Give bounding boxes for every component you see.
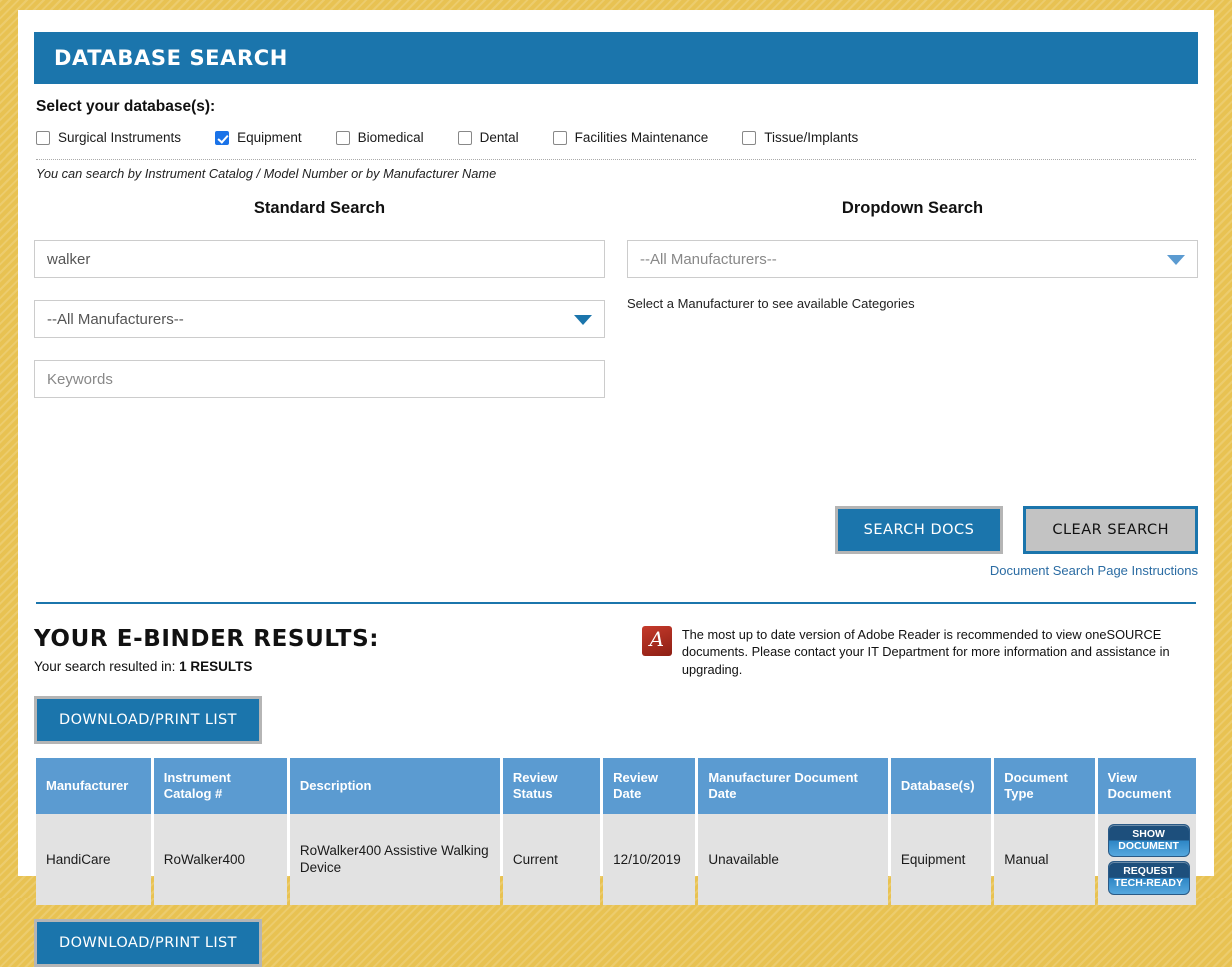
keywords-placeholder: Keywords (47, 370, 113, 388)
results-heading: YOUR E-BINDER RESULTS: (34, 626, 380, 652)
page-card: DATABASE SEARCH Select your database(s):… (18, 10, 1214, 967)
clear-search-button[interactable]: CLEAR SEARCH (1023, 506, 1198, 554)
cell-instrument-catalog: RoWalker400 (153, 813, 287, 905)
database-checkbox-row: Surgical Instruments Equipment Biomedica… (36, 130, 1198, 145)
chevron-down-icon[interactable] (1167, 255, 1185, 265)
keywords-input[interactable]: Keywords (34, 360, 605, 398)
request-tech-ready-button[interactable]: REQUEST TECH-READY (1107, 861, 1190, 895)
checkbox-label: Biomedical (357, 130, 424, 145)
checkbox-box-icon[interactable] (742, 130, 757, 145)
checkbox-label: Surgical Instruments (58, 130, 182, 145)
results-header-row: YOUR E-BINDER RESULTS: Your search resul… (34, 626, 1198, 678)
table-row: HandiCare RoWalker400 RoWalker400 Assist… (36, 813, 1196, 905)
cell-document-type: Manual (994, 813, 1095, 905)
download-print-list-button-top[interactable]: DOWNLOAD/PRINT LIST (34, 695, 262, 744)
column-header-description: Description (289, 757, 500, 814)
results-table: Manufacturer Instrument Catalog # Descri… (33, 757, 1199, 905)
checkbox-dental[interactable]: Dental (457, 130, 519, 145)
dotted-divider (36, 159, 1196, 160)
standard-manufacturer-value: --All Manufacturers-- (47, 310, 184, 328)
checkbox-equipment[interactable]: Equipment (215, 130, 302, 145)
results-count-value: 1 RESULTS (179, 659, 253, 674)
column-header-manufacturer-document-date: Manufacturer Document Date (698, 757, 888, 814)
standard-search-heading: Standard Search (253, 199, 386, 217)
search-columns: Standard Search walker --All Manufacture… (34, 199, 1198, 420)
search-hint: You can search by Instrument Catalog / M… (36, 166, 497, 181)
results-count-prefix: Your search resulted in: (34, 659, 176, 674)
search-actions: SEARCH DOCS CLEAR SEARCH (34, 506, 1198, 554)
results-summary: YOUR E-BINDER RESULTS: Your search resul… (34, 626, 630, 678)
checkbox-biomedical[interactable]: Biomedical (335, 130, 424, 145)
download-print-top-wrap: DOWNLOAD/PRINT LIST (34, 695, 1198, 744)
standard-search-column: Standard Search walker --All Manufacture… (34, 199, 605, 420)
checkbox-label: Dental (479, 130, 519, 145)
checkbox-checked-icon[interactable] (215, 130, 230, 145)
cell-review-status: Current (502, 813, 601, 905)
dropdown-manufacturer-select[interactable]: --All Manufacturers-- (627, 240, 1198, 278)
instructions-link-row: Document Search Page Instructions (34, 562, 1198, 580)
standard-search-input-value: walker (47, 250, 91, 268)
checkbox-box-icon[interactable] (36, 130, 50, 145)
dropdown-manufacturer-value: --All Manufacturers-- (640, 250, 777, 268)
cell-databases: Equipment (890, 813, 992, 905)
checkbox-label: Tissue/Implants (764, 130, 859, 145)
download-print-bottom-wrap: DOWNLOAD/PRINT LIST (34, 918, 1198, 967)
checkbox-box-icon[interactable] (335, 130, 350, 145)
checkbox-surgical-instruments[interactable]: Surgical Instruments (36, 130, 181, 145)
standard-manufacturer-select[interactable]: --All Manufacturers-- (34, 300, 605, 338)
cell-manufacturer-document-date: Unavailable (698, 813, 888, 905)
page-header: DATABASE SEARCH (34, 32, 1198, 84)
column-header-view-document: View Document (1097, 757, 1196, 814)
column-header-review-status: Review Status (502, 757, 601, 814)
dropdown-search-heading: Dropdown Search (841, 199, 984, 217)
column-header-instrument-catalog: Instrument Catalog # (153, 757, 287, 814)
checkbox-label: Equipment (237, 130, 302, 145)
results-count: Your search resulted in: 1 RESULTS (34, 659, 630, 674)
section-divider (36, 602, 1196, 604)
checkbox-facilities-maintenance[interactable]: Facilities Maintenance (552, 130, 709, 145)
checkbox-label: Facilities Maintenance (574, 130, 709, 145)
page-title: DATABASE SEARCH (54, 46, 288, 70)
column-header-document-type: Document Type (994, 757, 1095, 814)
cell-manufacturer: HandiCare (36, 813, 151, 905)
search-docs-button[interactable]: SEARCH DOCS (834, 506, 1004, 554)
cell-view-document: SHOW DOCUMENT REQUEST TECH-READY (1097, 813, 1196, 905)
pdf-icon (641, 626, 672, 656)
chevron-down-icon[interactable] (574, 315, 592, 325)
column-header-review-date: Review Date (603, 757, 696, 814)
cell-description: RoWalker400 Assistive Walking Device (289, 813, 500, 905)
dropdown-search-note: Select a Manufacturer to see available C… (627, 296, 915, 311)
checkbox-tissue-implants[interactable]: Tissue/Implants (742, 130, 858, 145)
document-search-instructions-link[interactable]: Document Search Page Instructions (990, 563, 1198, 578)
table-header-row: Manufacturer Instrument Catalog # Descri… (36, 757, 1196, 814)
standard-search-input[interactable]: walker (34, 240, 605, 278)
database-selector-label: Select your database(s): (36, 98, 216, 115)
download-print-list-button-bottom[interactable]: DOWNLOAD/PRINT LIST (34, 918, 262, 967)
adobe-reader-notice: The most up to date version of Adobe Rea… (641, 626, 1198, 678)
cell-review-date: 12/10/2019 (603, 813, 696, 905)
adobe-reader-notice-text: The most up to date version of Adobe Rea… (681, 627, 1170, 677)
dropdown-search-column: Dropdown Search --All Manufacturers-- Se… (627, 199, 1198, 420)
show-document-button[interactable]: SHOW DOCUMENT (1107, 823, 1190, 858)
checkbox-box-icon[interactable] (552, 130, 567, 145)
column-header-manufacturer: Manufacturer (36, 757, 151, 814)
checkbox-box-icon[interactable] (457, 130, 472, 145)
column-header-databases: Database(s) (890, 757, 992, 814)
